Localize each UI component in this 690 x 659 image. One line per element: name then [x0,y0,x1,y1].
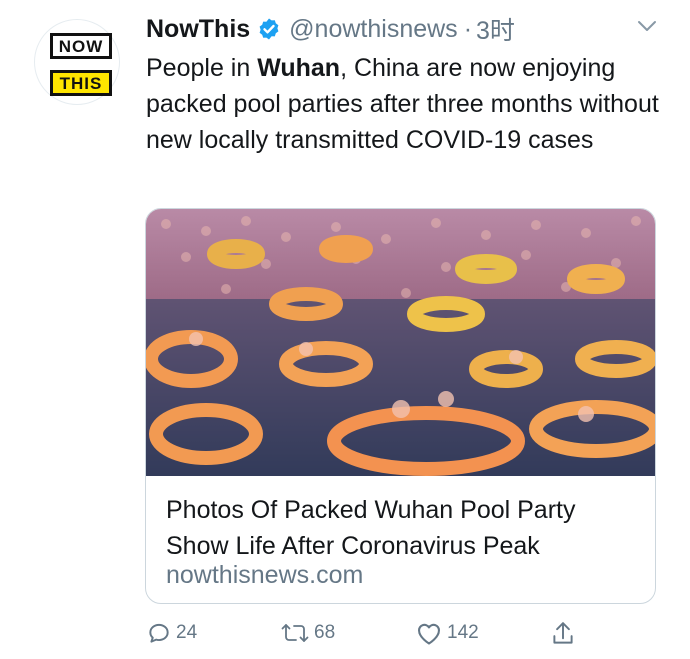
share-button[interactable] [550,620,576,648]
tweet-text-bold: Wuhan [257,54,341,82]
like-count: 142 [447,622,479,643]
tweet-text-part1: People in [146,54,258,82]
card-title[interactable]: Photos Of Packed Wuhan Pool Party Show L… [166,492,646,564]
reply-count: 24 [176,622,198,643]
tweet-text: People in Wuhan, China are now enjoying … [146,50,676,158]
card-domain: nowthisnews.com [166,561,364,589]
link-card[interactable]: Photos Of Packed Wuhan Pool Party Show L… [145,208,656,604]
verified-badge-icon [259,18,279,40]
like-button[interactable]: 142 [415,620,479,646]
reply-icon [149,623,169,643]
heart-icon [418,623,440,645]
share-icon [553,622,573,644]
retweet-button[interactable]: 68 [280,620,335,646]
retweet-count: 68 [314,622,336,643]
logo-this-box: THIS [50,70,112,96]
retweet-icon [281,624,309,642]
chevron-down-icon[interactable] [636,18,658,34]
tweet-actions: 24 68 142 [0,620,690,652]
separator-dot: · [463,14,473,43]
card-image [146,209,655,476]
author-handle[interactable]: @nowthisnews [289,15,458,44]
logo-now-text: NOW [58,36,104,56]
card-title-line2: Show Life After Coronavirus Peak [166,532,540,560]
logo-now-box: NOW [50,33,112,59]
tweet-timestamp[interactable]: 3时 [476,11,515,47]
logo-this-text: THIS [59,73,103,93]
card-title-line1: Photos Of Packed Wuhan Pool Party [166,496,576,524]
reply-button[interactable]: 24 [146,620,197,646]
tweet-header: NowThis @nowthisnews · 3时 [146,12,515,46]
author-display-name[interactable]: NowThis [146,15,250,44]
